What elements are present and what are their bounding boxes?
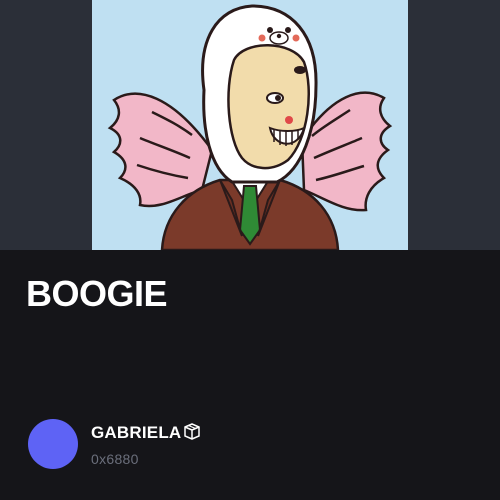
artwork-illustration	[107, 4, 393, 250]
creator-name[interactable]: GABRIELA	[91, 423, 181, 443]
creator-info: GABRIELA 0x6880	[91, 422, 202, 467]
creator-name-row: GABRIELA	[91, 422, 202, 445]
creator-avatar[interactable]	[28, 419, 78, 469]
nft-title: BOOGIE	[26, 273, 168, 314]
hero-area	[0, 0, 500, 250]
creator-address: 0x6880	[91, 450, 139, 467]
package-box-icon	[182, 422, 202, 445]
creator-row[interactable]: GABRIELA 0x6880	[28, 418, 202, 470]
nft-artwork-image[interactable]	[92, 0, 408, 250]
